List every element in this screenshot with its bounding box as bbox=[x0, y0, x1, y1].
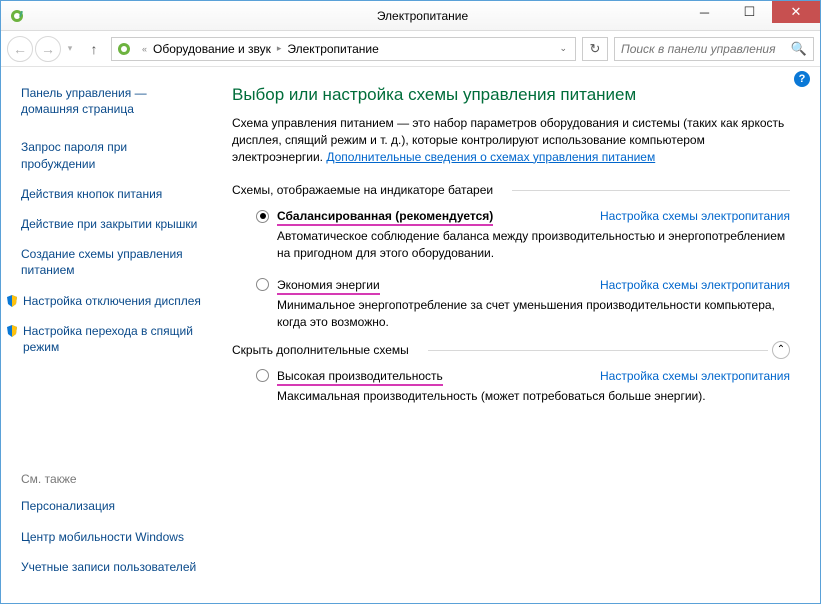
shield-icon bbox=[7, 295, 17, 305]
sidebar-link[interactable]: Запрос пароля при пробуждении bbox=[21, 139, 202, 171]
intro-text: Схема управления питанием — это набор па… bbox=[232, 115, 790, 165]
close-button[interactable]: ✕ bbox=[772, 1, 820, 23]
plan-desc: Максимальная производительность (может п… bbox=[277, 388, 790, 405]
section-battery-plans: Схемы, отображаемые на индикаторе батаре… bbox=[232, 183, 790, 197]
change-plan-link[interactable]: Настройка схемы электропитания bbox=[600, 278, 790, 292]
breadcrumb-level2[interactable]: Электропитание bbox=[285, 42, 380, 56]
power-icon bbox=[9, 8, 25, 24]
chevron-right-icon: ▸ bbox=[273, 43, 286, 54]
address-dropdown[interactable]: ⌄ bbox=[555, 43, 571, 54]
see-also-link[interactable]: Учетные записи пользователей bbox=[21, 559, 211, 575]
chevron-left-icon[interactable]: « bbox=[138, 44, 151, 54]
page-heading: Выбор или настройка схемы управления пит… bbox=[232, 85, 790, 105]
radio-balanced[interactable] bbox=[256, 210, 269, 223]
search-icon[interactable]: 🔍 bbox=[791, 41, 807, 57]
shield-icon bbox=[7, 325, 17, 335]
change-plan-link[interactable]: Настройка схемы электропитания bbox=[600, 209, 790, 223]
intro-link[interactable]: Дополнительные сведения о схемах управле… bbox=[326, 150, 655, 164]
main-content: ? Выбор или настройка схемы управления п… bbox=[216, 67, 820, 603]
search-input[interactable] bbox=[621, 42, 791, 56]
sidebar: Панель управления — домашняя страница За… bbox=[1, 67, 216, 603]
breadcrumb-level1[interactable]: Оборудование и звук bbox=[151, 42, 273, 56]
history-dropdown[interactable]: ▾ bbox=[63, 43, 77, 54]
collapse-button[interactable]: ⌃ bbox=[772, 341, 790, 359]
sidebar-link-sleep[interactable]: Настройка перехода в спящий режим bbox=[7, 323, 202, 355]
radio-powersaver[interactable] bbox=[256, 278, 269, 291]
section-hide-extra[interactable]: Скрыть дополнительные схемы ⌃ bbox=[232, 343, 790, 357]
sidebar-link[interactable]: Действие при закрытии крышки bbox=[21, 216, 202, 232]
help-icon[interactable]: ? bbox=[794, 71, 810, 87]
change-plan-link[interactable]: Настройка схемы электропитания bbox=[600, 369, 790, 383]
see-also: См. также Персонализация Центр мобильнос… bbox=[21, 472, 211, 589]
navbar: ← → ▾ ↑ « Оборудование и звук ▸ Электроп… bbox=[1, 31, 820, 67]
refresh-button[interactable]: ↻ bbox=[582, 37, 608, 61]
see-also-link[interactable]: Центр мобильности Windows bbox=[21, 529, 211, 545]
power-icon bbox=[116, 41, 132, 57]
plan-highperf: Высокая производительность Настройка схе… bbox=[232, 365, 790, 417]
forward-button[interactable]: → bbox=[35, 36, 61, 62]
minimize-button[interactable]: ─ bbox=[682, 1, 727, 23]
up-button[interactable]: ↑ bbox=[83, 38, 105, 60]
plan-desc: Минимальное энергопотребление за счет ум… bbox=[277, 297, 790, 331]
plan-balanced: Сбалансированная (рекомендуется) Настрой… bbox=[232, 205, 790, 274]
radio-highperf[interactable] bbox=[256, 369, 269, 382]
plan-powersaver: Экономия энергии Настройка схемы электро… bbox=[232, 274, 790, 343]
see-also-title: См. также bbox=[21, 472, 211, 486]
titlebar: Электропитание ─ ☐ ✕ bbox=[1, 1, 820, 31]
sidebar-link[interactable]: Создание схемы управления питанием bbox=[21, 246, 202, 278]
see-also-link[interactable]: Персонализация bbox=[21, 498, 211, 514]
maximize-button[interactable]: ☐ bbox=[727, 1, 772, 23]
address-bar[interactable]: « Оборудование и звук ▸ Электропитание ⌄ bbox=[111, 37, 576, 61]
back-button[interactable]: ← bbox=[7, 36, 33, 62]
search-box[interactable]: 🔍 bbox=[614, 37, 814, 61]
sidebar-link[interactable]: Действия кнопок питания bbox=[21, 186, 202, 202]
plan-name[interactable]: Экономия энергии bbox=[277, 278, 380, 292]
plan-name[interactable]: Сбалансированная (рекомендуется) bbox=[277, 209, 493, 223]
plan-desc: Автоматическое соблюдение баланса между … bbox=[277, 228, 790, 262]
plan-name[interactable]: Высокая производительность bbox=[277, 369, 443, 383]
control-panel-home-link[interactable]: Панель управления — домашняя страница bbox=[21, 85, 202, 117]
sidebar-link-display-off[interactable]: Настройка отключения дисплея bbox=[7, 293, 202, 309]
